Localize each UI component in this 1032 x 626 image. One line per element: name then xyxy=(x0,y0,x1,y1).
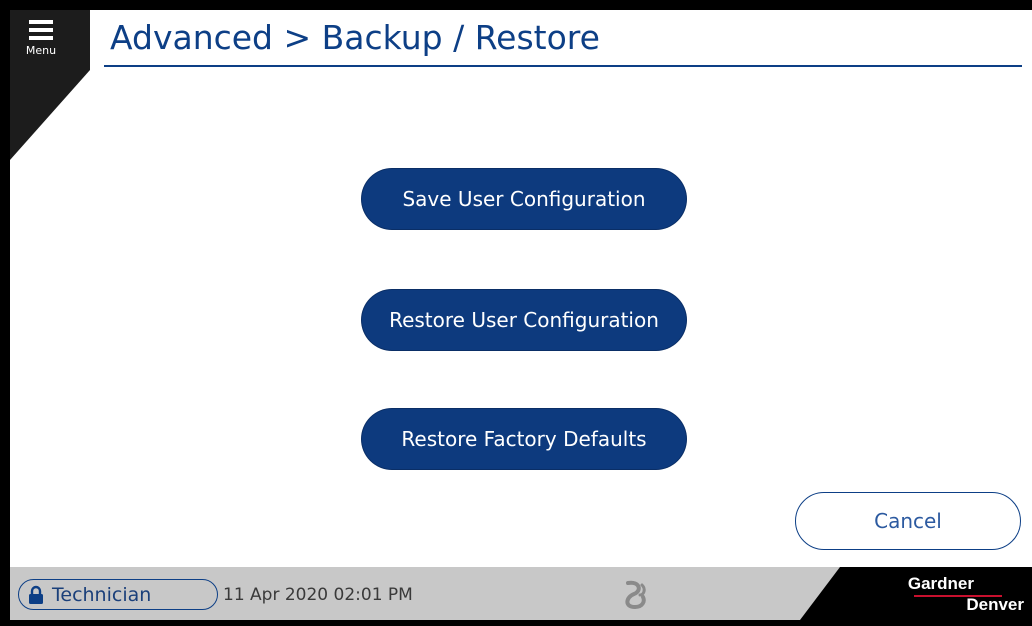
status-bar: Technician 11 Apr 2020 02:01 PM Gardner … xyxy=(10,567,1032,620)
user-level-label: Technician xyxy=(52,583,152,606)
lock-icon xyxy=(29,585,43,604)
hamburger-icon xyxy=(29,20,53,40)
brand-line2: Denver xyxy=(966,595,1024,614)
restore-factory-defaults-button[interactable]: Restore Factory Defaults xyxy=(362,409,686,469)
menu-button[interactable]: Menu xyxy=(16,18,66,78)
brand-line1: Gardner xyxy=(907,574,974,593)
page-title: Advanced > Backup / Restore xyxy=(110,18,600,57)
screen: Menu Advanced > Backup / Restore Save Us… xyxy=(10,10,1032,620)
swirl-logo-icon xyxy=(625,580,646,610)
menu-label: Menu xyxy=(25,44,57,57)
datetime: 11 Apr 2020 02:01 PM xyxy=(223,585,413,605)
gardner-denver-logo: Gardner Denver xyxy=(800,567,1032,620)
user-level-button[interactable]: Technician xyxy=(18,579,218,610)
restore-user-configuration-button[interactable]: Restore User Configuration xyxy=(362,290,686,350)
save-user-configuration-button[interactable]: Save User Configuration xyxy=(362,169,686,229)
title-divider xyxy=(104,65,1022,67)
cancel-button[interactable]: Cancel xyxy=(795,492,1021,550)
